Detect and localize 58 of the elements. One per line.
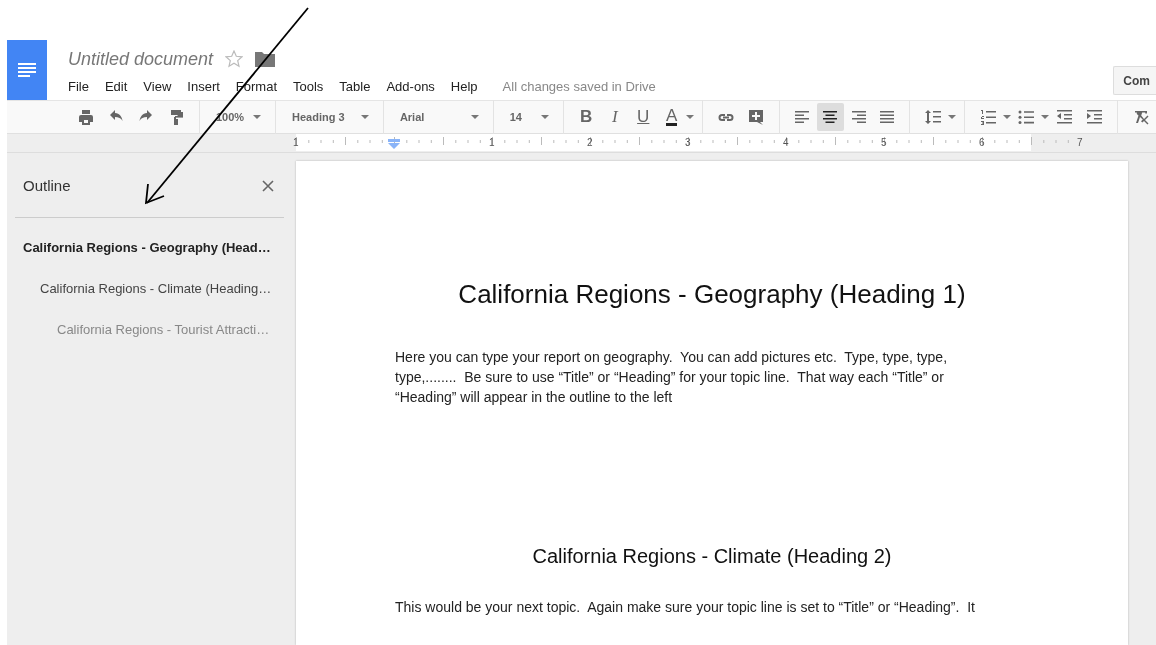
caret-icon [948, 115, 956, 119]
menu-item[interactable]: Tools [293, 78, 324, 94]
text-color-button[interactable]: A [660, 104, 683, 130]
bold-button[interactable]: B [575, 104, 598, 130]
clear-formatting-icon[interactable] [1132, 108, 1150, 126]
ruler-number: 5 [881, 137, 887, 148]
align-right-icon [849, 108, 868, 126]
menu-item[interactable]: Insert [187, 78, 220, 94]
caret-icon [1003, 115, 1011, 119]
menu-item[interactable]: Edit [104, 78, 128, 94]
ruler-number: 4 [783, 137, 789, 148]
font-size-dropdown[interactable]: 14 [501, 111, 555, 123]
underline-button[interactable]: U [632, 104, 655, 130]
paragraph-text: This would be your next topic. Again make sure your topic line is set to “Title” or “Heading”. It [395, 598, 976, 617]
docs-logo-icon[interactable] [7, 40, 47, 100]
decrease-indent-icon[interactable] [1055, 108, 1073, 126]
heading-text: California Regions - Climate (Heading 2) [531, 545, 893, 568]
line-spacing-icon[interactable] [924, 108, 942, 126]
caret-icon [541, 115, 549, 119]
menu-item[interactable]: Add-ons [386, 78, 435, 94]
print-icon[interactable] [77, 108, 95, 126]
heading-text: California Regions - Geography (Heading 1) [457, 279, 967, 310]
ruler-number: 2 [587, 137, 593, 148]
caret-icon [470, 115, 479, 119]
caret-icon [686, 115, 694, 119]
outline-item[interactable]: California Regions - Geography (Head… [15, 238, 271, 279]
indent-marker-icon[interactable] [388, 138, 400, 149]
italic-button[interactable]: I [603, 104, 626, 130]
font-dropdown[interactable]: Arial [391, 111, 485, 123]
align-center-icon [821, 108, 840, 126]
document-title[interactable]: Untitled document [68, 48, 214, 70]
ruler-number: 7 [1077, 137, 1083, 148]
ruler-number: 6 [979, 137, 985, 148]
caret-icon [360, 115, 369, 119]
outline-item[interactable]: California Regions - Climate (Heading… [32, 279, 272, 320]
menu-item[interactable]: Table [339, 78, 371, 94]
comments-button[interactable]: Com [1113, 66, 1156, 95]
numbered-list-icon[interactable] [979, 108, 997, 126]
ruler-number: 1 [489, 137, 495, 148]
bulleted-list-icon[interactable] [1017, 108, 1035, 126]
add-comment-icon[interactable] [747, 108, 765, 126]
close-icon[interactable] [262, 179, 274, 192]
menu-item[interactable]: File [68, 78, 89, 94]
align-center-button[interactable] [817, 103, 844, 131]
align-justify-icon [877, 108, 896, 126]
outline-title: Outline [23, 177, 71, 194]
align-left-icon [793, 108, 812, 126]
increase-indent-icon[interactable] [1085, 108, 1103, 126]
paragraph-text: Here you can type your report on geography. You can add pictures etc. Type, type, type, type,........ Be sure to use “Title” or “Heading” for your topic line. That way each “Title” or “Heading” will appear in the outline to the left [395, 348, 949, 407]
save-status: All changes saved in Drive [502, 78, 656, 94]
menu-item[interactable]: View [143, 78, 172, 94]
ruler-number: 1 [293, 137, 299, 148]
star-icon[interactable] [225, 50, 244, 68]
style-dropdown[interactable]: Heading 3 [284, 111, 375, 123]
menu-item[interactable]: Help [450, 78, 478, 94]
caret-icon [1041, 115, 1049, 119]
caret-icon [253, 115, 261, 119]
ruler-number: 3 [685, 137, 691, 148]
